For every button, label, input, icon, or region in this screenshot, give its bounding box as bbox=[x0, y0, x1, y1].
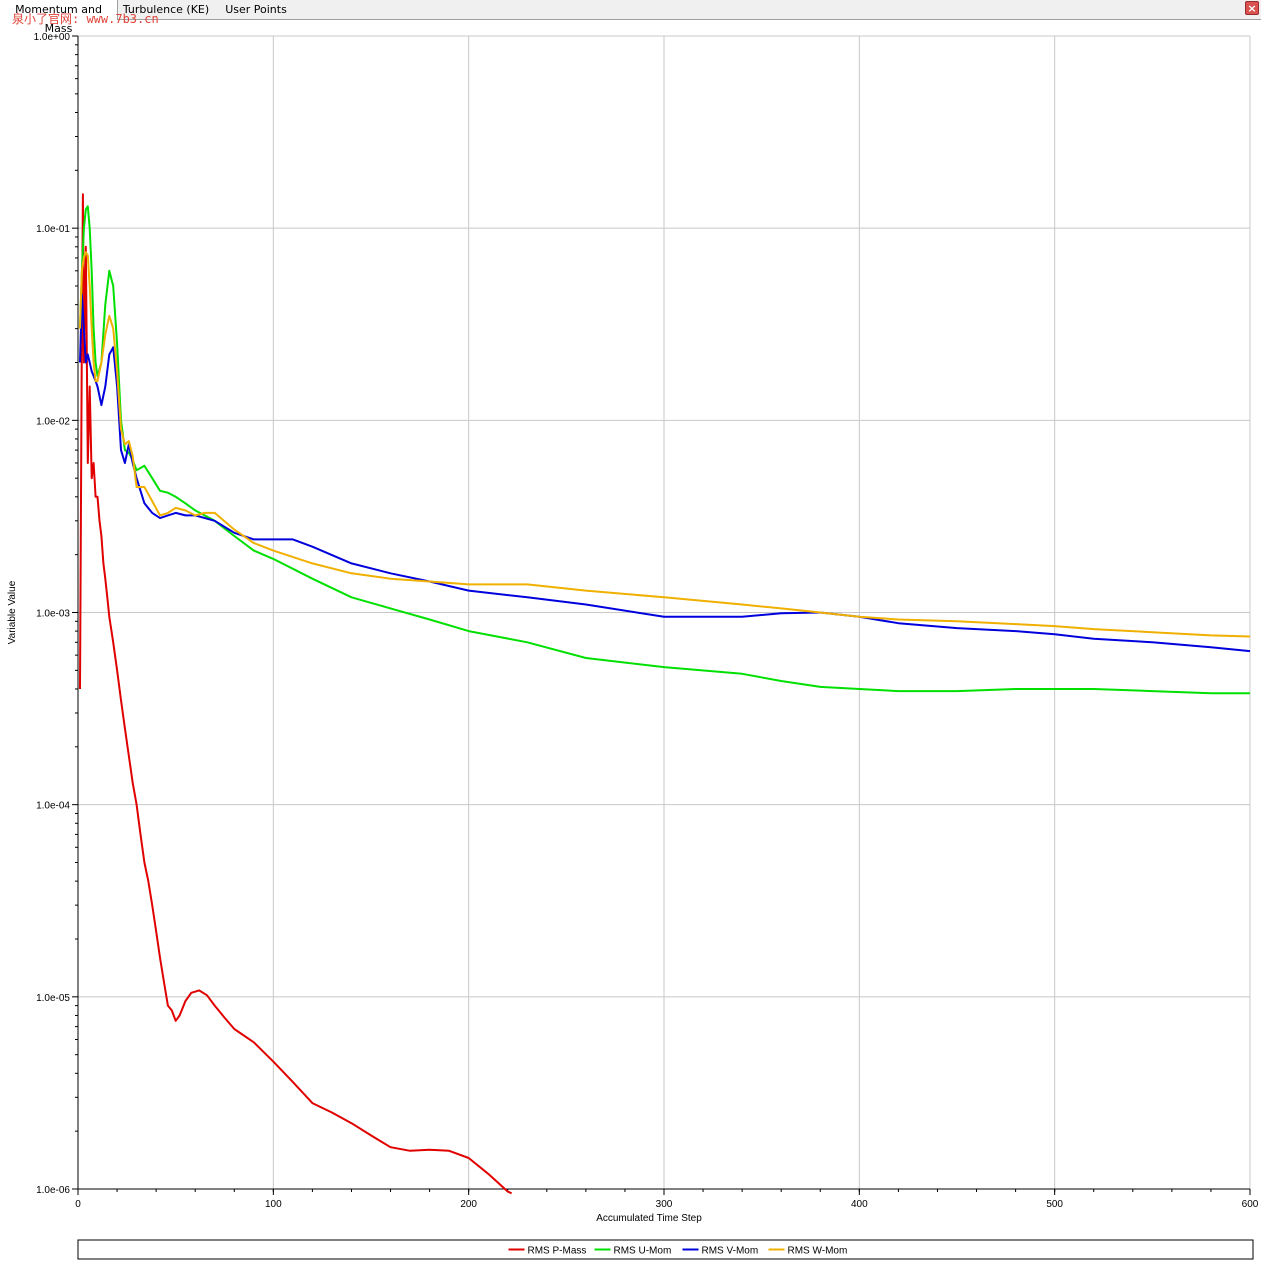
legend-label: RMS U-Mom bbox=[614, 1246, 672, 1257]
tab-user-points[interactable]: User Points bbox=[220, 0, 292, 20]
y-tick-label: 1.0e-06 bbox=[36, 1185, 70, 1196]
legend-label: RMS P-Mass bbox=[528, 1246, 587, 1257]
x-tick-label: 300 bbox=[656, 1199, 673, 1210]
residual-chart: 1.0e-06 1.0e-05 1.0e-04 1.0e-03 1.0e-02 1.0e-… bbox=[7, 32, 1259, 1260]
y-tick-label: 1.0e-04 bbox=[36, 801, 70, 812]
y-axis-title: Variable Value bbox=[7, 580, 18, 644]
x-tick-label: 0 bbox=[75, 1199, 81, 1210]
x-tick-label: 200 bbox=[460, 1199, 477, 1210]
x-axis-title: Accumulated Time Step bbox=[596, 1213, 702, 1224]
x-tick-label: 500 bbox=[1046, 1199, 1063, 1210]
x-tick-label: 400 bbox=[851, 1199, 868, 1210]
x-tick-label: 100 bbox=[265, 1199, 282, 1210]
y-tick-label: 1.0e-03 bbox=[36, 609, 70, 620]
y-tick-label: 1.0e+00 bbox=[34, 32, 71, 43]
y-tick-label: 1.0e-01 bbox=[36, 224, 70, 235]
tab-bar: Momentum and Mass Turbulence (KE) User P… bbox=[0, 0, 1261, 35]
y-tick-label: 1.0e-02 bbox=[36, 416, 70, 427]
y-tick-label: 1.0e-05 bbox=[36, 993, 70, 1004]
close-icon[interactable]: × bbox=[1245, 1, 1259, 15]
legend-label: RMS W-Mom bbox=[788, 1246, 848, 1257]
x-tick-label: 600 bbox=[1242, 1199, 1259, 1210]
legend-label: RMS V-Mom bbox=[702, 1246, 759, 1257]
